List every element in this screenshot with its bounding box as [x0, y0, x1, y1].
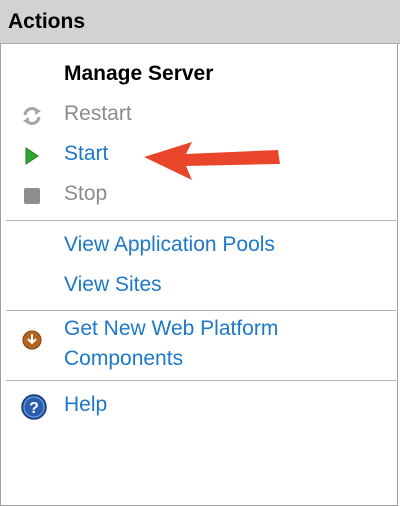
restart-action: Restart — [0, 98, 398, 134]
restart-label: Restart — [64, 102, 132, 125]
get-components-line2[interactable]: Components — [64, 344, 384, 374]
manage-server-heading: Manage Server — [64, 62, 214, 85]
divider — [6, 380, 396, 381]
actions-header: Actions — [0, 0, 400, 44]
start-link[interactable]: Start — [64, 142, 108, 166]
stop-label: Stop — [64, 182, 108, 205]
help-action[interactable]: ? Help — [0, 389, 398, 425]
get-components-link[interactable]: Get New Web Platform Components — [64, 314, 384, 374]
view-sites-action[interactable]: View Sites — [0, 269, 398, 305]
restart-icon — [20, 104, 44, 128]
svg-text:?: ? — [29, 400, 39, 417]
get-components-line1[interactable]: Get New Web Platform — [64, 314, 384, 344]
view-app-pools-action[interactable]: View Application Pools — [0, 229, 398, 265]
view-app-pools-link[interactable]: View Application Pools — [64, 233, 275, 257]
annotation-arrow-icon — [144, 142, 280, 180]
divider — [6, 310, 396, 311]
help-link[interactable]: Help — [64, 393, 107, 417]
view-sites-link[interactable]: View Sites — [64, 273, 162, 297]
divider — [6, 220, 396, 221]
play-icon — [20, 144, 44, 168]
stop-icon — [20, 184, 44, 208]
help-icon: ? — [20, 393, 47, 420]
actions-title: Actions — [8, 10, 86, 33]
stop-action: Stop — [0, 178, 398, 214]
download-icon — [20, 328, 44, 352]
